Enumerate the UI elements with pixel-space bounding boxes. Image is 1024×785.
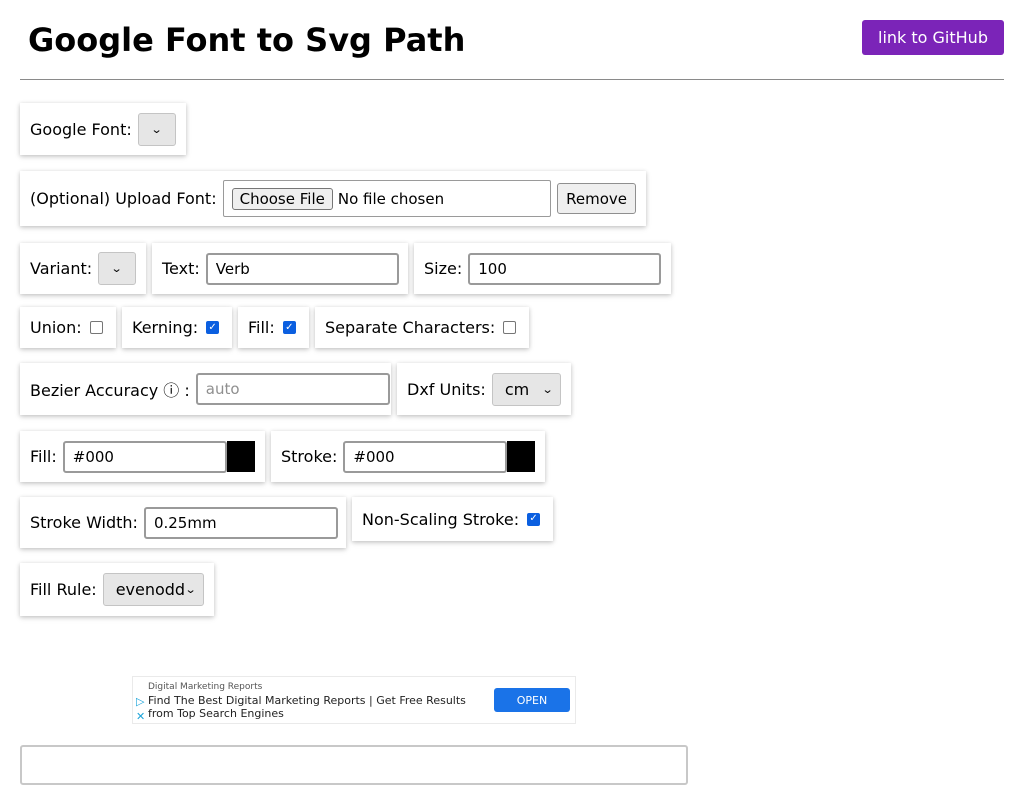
github-link-button[interactable]: link to GitHub	[862, 20, 1004, 55]
chevron-down-icon: ⌄	[111, 262, 124, 275]
ad-banner[interactable]: Digital Marketing Reports ▷ ✕ Find The B…	[132, 676, 576, 724]
size-label: Size:	[424, 259, 463, 278]
variant-select[interactable]: ⌄	[98, 252, 136, 285]
stroke-width-card: Stroke Width:	[20, 497, 346, 548]
fill-toggle-card: Fill: ✓	[238, 307, 309, 348]
google-font-select[interactable]: ⌄	[137, 112, 176, 146]
stroke-color-swatch[interactable]	[507, 441, 535, 472]
bezier-label: Bezier Accuracy ⓘ :	[30, 381, 190, 400]
fill-rule-label: Fill Rule:	[30, 580, 97, 599]
chevron-down-icon: ⌄	[541, 382, 554, 396]
fill-color-label: Fill:	[30, 447, 57, 466]
fill-rule-value: evenodd	[115, 580, 186, 599]
separate-card: Separate Characters:	[315, 307, 529, 348]
ad-open-button[interactable]: OPEN	[494, 688, 570, 712]
bezier-card: Bezier Accuracy ⓘ :	[20, 363, 391, 415]
fill-rule-select[interactable]: evenodd ⌄	[102, 573, 204, 606]
stroke-color-input[interactable]	[343, 440, 508, 473]
chevron-down-icon: ⌄	[150, 122, 163, 136]
text-input[interactable]	[205, 252, 399, 285]
google-font-card: Google Font: ⌄	[20, 103, 186, 155]
dxf-units-select[interactable]: cm ⌄	[491, 372, 561, 406]
dxf-units-label: Dxf Units:	[407, 379, 486, 399]
union-label: Union:	[30, 318, 82, 337]
header-divider	[20, 79, 1004, 80]
fill-color-input[interactable]	[62, 440, 227, 473]
bezier-accuracy-input[interactable]	[195, 373, 390, 405]
fill-checkbox[interactable]: ✓	[282, 321, 296, 334]
fill-toggle-label: Fill:	[248, 318, 275, 337]
file-input[interactable]: Choose File No file chosen	[222, 180, 552, 217]
close-icon[interactable]: ✕	[136, 710, 145, 723]
separate-label: Separate Characters:	[325, 318, 496, 337]
fill-color-card: Fill:	[20, 431, 265, 482]
page-title: Google Font to Svg Path	[28, 21, 466, 59]
kerning-card: Kerning: ✓	[122, 307, 232, 348]
size-input[interactable]	[468, 252, 662, 285]
non-scaling-label: Non-Scaling Stroke:	[362, 509, 520, 529]
union-card: Union:	[20, 307, 116, 348]
union-checkbox[interactable]	[89, 321, 103, 334]
stroke-width-label: Stroke Width:	[30, 513, 138, 532]
upload-font-card: (Optional) Upload Font: Choose File No f…	[20, 171, 646, 226]
chevron-down-icon: ⌄	[184, 583, 197, 596]
size-card: Size:	[414, 243, 671, 294]
file-status-text: No file chosen	[337, 189, 445, 208]
remove-button[interactable]: Remove	[557, 183, 636, 214]
fill-rule-card: Fill Rule: evenodd ⌄	[20, 563, 214, 616]
ad-play-icon[interactable]: ▷	[136, 695, 144, 708]
google-font-label: Google Font:	[30, 119, 132, 139]
dxf-units-card: Dxf Units: cm ⌄	[397, 363, 571, 415]
kerning-label: Kerning:	[132, 318, 199, 337]
text-label: Text:	[162, 259, 200, 278]
separate-checkbox[interactable]	[503, 321, 517, 334]
upload-font-label: (Optional) Upload Font:	[30, 189, 217, 208]
non-scaling-card: Non-Scaling Stroke: ✓	[352, 497, 553, 541]
svg-output-box[interactable]	[20, 745, 688, 785]
non-scaling-checkbox[interactable]: ✓	[527, 512, 541, 526]
stroke-color-label: Stroke:	[281, 447, 338, 466]
fill-color-swatch[interactable]	[226, 441, 255, 472]
stroke-width-input[interactable]	[143, 506, 338, 539]
ad-headline[interactable]: Find The Best Digital Marketing Reports …	[148, 694, 488, 720]
ad-advertiser: Digital Marketing Reports	[148, 682, 263, 692]
stroke-color-card: Stroke:	[271, 431, 545, 482]
choose-file-button[interactable]: Choose File	[231, 187, 333, 210]
kerning-checkbox[interactable]: ✓	[206, 321, 220, 334]
variant-card: Variant: ⌄	[20, 243, 146, 294]
variant-label: Variant:	[30, 259, 93, 278]
text-card: Text:	[152, 243, 408, 294]
dxf-units-value: cm	[504, 379, 530, 399]
